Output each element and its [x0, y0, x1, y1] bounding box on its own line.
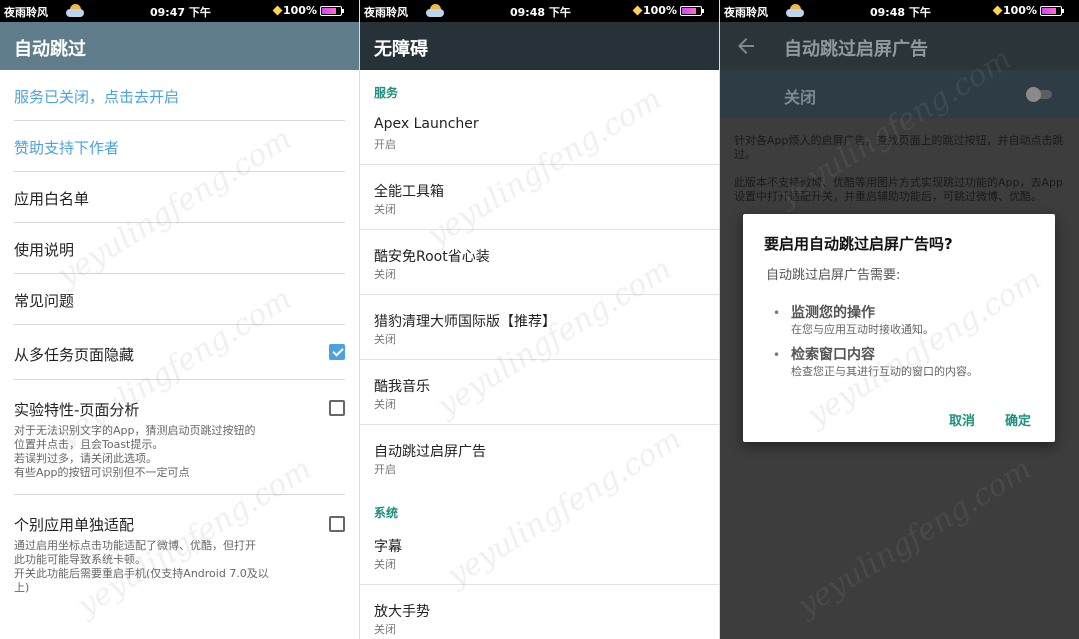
hide-recents-label: 从多任务页面隐藏 — [14, 346, 135, 364]
permission-detail: 在您与应用互动时接收通知。 — [791, 323, 934, 336]
section-header-services: 服务 — [374, 86, 399, 100]
panel-accessibility: 夜雨聆风 09:48 下午 100% 无障碍 服务 Apex Launcher … — [360, 0, 719, 639]
carrier-label: 夜雨聆风 — [724, 6, 768, 19]
app-bar: 自动跳过启屏广告 — [720, 22, 1079, 70]
hide-recents-checkbox[interactable] — [329, 344, 345, 360]
permission-dialog: 要启用自动跳过启屏广告吗? 自动跳过启屏广告需要: • 监测您的操作 在您与应用… — [743, 214, 1055, 442]
confirm-button[interactable]: 确定 — [1005, 410, 1031, 429]
list-item[interactable]: 猎豹清理大师国际版【推荐】 关闭 — [360, 295, 719, 360]
list-item[interactable]: 全能工具箱 关闭 — [360, 165, 719, 230]
instructions-item[interactable]: 使用说明 — [14, 223, 345, 274]
per-app-checkbox[interactable] — [329, 516, 345, 532]
permission-heading: 检索窗口内容 — [791, 347, 875, 363]
service-name: Apex Launcher — [374, 116, 479, 132]
service-status: 关闭 — [374, 333, 396, 346]
permission-heading: 监测您的操作 — [791, 305, 875, 321]
instructions-label: 使用说明 — [14, 241, 75, 259]
whitelist-label: 应用白名单 — [14, 190, 90, 208]
system-item-name: 放大手势 — [374, 604, 430, 620]
per-app-item[interactable]: 个别应用单独适配 通过启用坐标点击功能适配了微博、优酷，但打开 此功能可能导致系… — [14, 495, 345, 625]
service-status-link[interactable]: 服务已关闭，点击去开启 — [14, 70, 345, 121]
carrier-label: 夜雨聆风 — [364, 6, 408, 19]
service-description: 针对各App烦人的启屏广告，查找页面上的跳过按钮，并自动点击跳过。 — [734, 134, 1064, 161]
battery-percent: 100% — [643, 4, 677, 17]
service-name: 酷安免Root省心装 — [374, 249, 490, 265]
battery-tip — [702, 9, 704, 13]
page-title: 自动跳过 — [14, 39, 86, 60]
faq-label: 常见问题 — [14, 292, 75, 310]
battery-percent: 100% — [1003, 4, 1037, 17]
carrier-label: 夜雨聆风 — [4, 6, 48, 19]
sponsor-label: 赞助支持下作者 — [14, 139, 120, 157]
toggle-label: 关闭 — [784, 88, 817, 107]
weather-cloud-icon — [426, 2, 444, 18]
service-status-label: 服务已关闭，点击去开启 — [14, 88, 180, 106]
bullet-icon: • — [773, 348, 781, 362]
list-item[interactable]: 放大手势 关闭 — [360, 585, 719, 639]
dialog-intro: 自动跳过启屏广告需要: — [766, 268, 901, 283]
clock: 09:47 下午 — [150, 6, 211, 19]
signal-diamond-icon — [632, 5, 643, 16]
status-bar: 夜雨聆风 09:47 下午 100% — [0, 0, 359, 22]
list-item[interactable]: 酷我音乐 关闭 — [360, 360, 719, 425]
experimental-checkbox[interactable] — [329, 400, 345, 416]
status-bar: 夜雨聆风 09:48 下午 100% — [720, 0, 1079, 22]
sponsor-link[interactable]: 赞助支持下作者 — [14, 121, 345, 172]
battery-tip — [342, 9, 344, 13]
app-bar: 自动跳过 — [0, 22, 359, 70]
list-item[interactable]: 自动跳过启屏广告 开启 — [360, 425, 719, 490]
battery-icon — [680, 6, 702, 16]
service-status: 关闭 — [374, 268, 396, 281]
list-item[interactable]: Apex Launcher 开启 — [360, 100, 719, 165]
service-status: 关闭 — [374, 203, 396, 216]
hide-recents-item[interactable]: 从多任务页面隐藏 — [14, 325, 345, 380]
system-item-name: 字幕 — [374, 539, 402, 555]
bullet-icon: • — [773, 306, 781, 320]
per-app-description: 通过启用坐标点击功能适配了微博、优酷，但打开 此功能可能导致系统卡顿。 开关此功… — [14, 539, 269, 594]
app-bar: 无障碍 — [360, 22, 719, 70]
faq-item[interactable]: 常见问题 — [14, 274, 345, 325]
service-toggle-row[interactable]: 关闭 — [720, 70, 1079, 118]
experimental-item[interactable]: 实验特性-页面分析 对于无法识别文字的App，猜测启动页跳过按钮的 位置并点击，… — [14, 380, 345, 495]
clock: 09:48 下午 — [870, 6, 931, 19]
service-name: 自动跳过启屏广告 — [374, 444, 486, 460]
whitelist-item[interactable]: 应用白名单 — [14, 172, 345, 223]
watermark: yeyulingfeng.com — [791, 451, 1038, 624]
battery-icon — [1040, 6, 1062, 16]
weather-cloud-icon — [66, 2, 84, 18]
service-name: 猎豹清理大师国际版【推荐】 — [374, 314, 556, 330]
dialog-title: 要启用自动跳过启屏广告吗? — [764, 235, 953, 253]
back-arrow-icon[interactable] — [734, 34, 758, 58]
experimental-label: 实验特性-页面分析 — [14, 401, 140, 419]
service-status: 关闭 — [374, 398, 396, 411]
list-item[interactable]: 酷安免Root省心装 关闭 — [360, 230, 719, 295]
battery-icon — [320, 6, 342, 16]
panel-auto-skip-settings: 夜雨聆风 09:47 下午 100% 自动跳过 服务已关闭，点击去开启 赞助支持… — [0, 0, 359, 639]
list-item[interactable]: 字幕 关闭 — [360, 520, 719, 585]
battery-percent: 100% — [283, 4, 317, 17]
service-note: 此版本不支持微博、优酷等用图片方式实现跳过功能的App，去App 设置中打开适配… — [734, 176, 1063, 203]
weather-cloud-icon — [786, 2, 804, 18]
clock: 09:48 下午 — [510, 6, 571, 19]
signal-diamond-icon — [992, 5, 1003, 16]
service-status: 开启 — [374, 463, 396, 476]
status-bar: 夜雨聆风 09:48 下午 100% — [360, 0, 719, 22]
section-header-system: 系统 — [374, 506, 399, 520]
service-status: 开启 — [374, 138, 396, 151]
cancel-button[interactable]: 取消 — [949, 410, 975, 429]
toggle-switch[interactable] — [1026, 87, 1052, 102]
service-name: 全能工具箱 — [374, 184, 444, 200]
signal-diamond-icon — [272, 5, 283, 16]
experimental-description: 对于无法识别文字的App，猜测启动页跳过按钮的 位置并点击，且会Toast提示。… — [14, 424, 256, 479]
permission-detail: 检查您正与其进行互动的窗口的内容。 — [791, 365, 978, 378]
system-item-status: 关闭 — [374, 558, 396, 571]
page-title: 无障碍 — [374, 39, 428, 60]
service-name: 酷我音乐 — [374, 379, 430, 395]
panel-service-detail: 夜雨聆风 09:48 下午 100% 自动跳过启屏广告 关闭 针对各App烦人的… — [720, 0, 1079, 639]
per-app-label: 个别应用单独适配 — [14, 516, 135, 534]
battery-tip — [1062, 9, 1064, 13]
page-title: 自动跳过启屏广告 — [784, 39, 928, 60]
system-item-status: 关闭 — [374, 623, 396, 636]
